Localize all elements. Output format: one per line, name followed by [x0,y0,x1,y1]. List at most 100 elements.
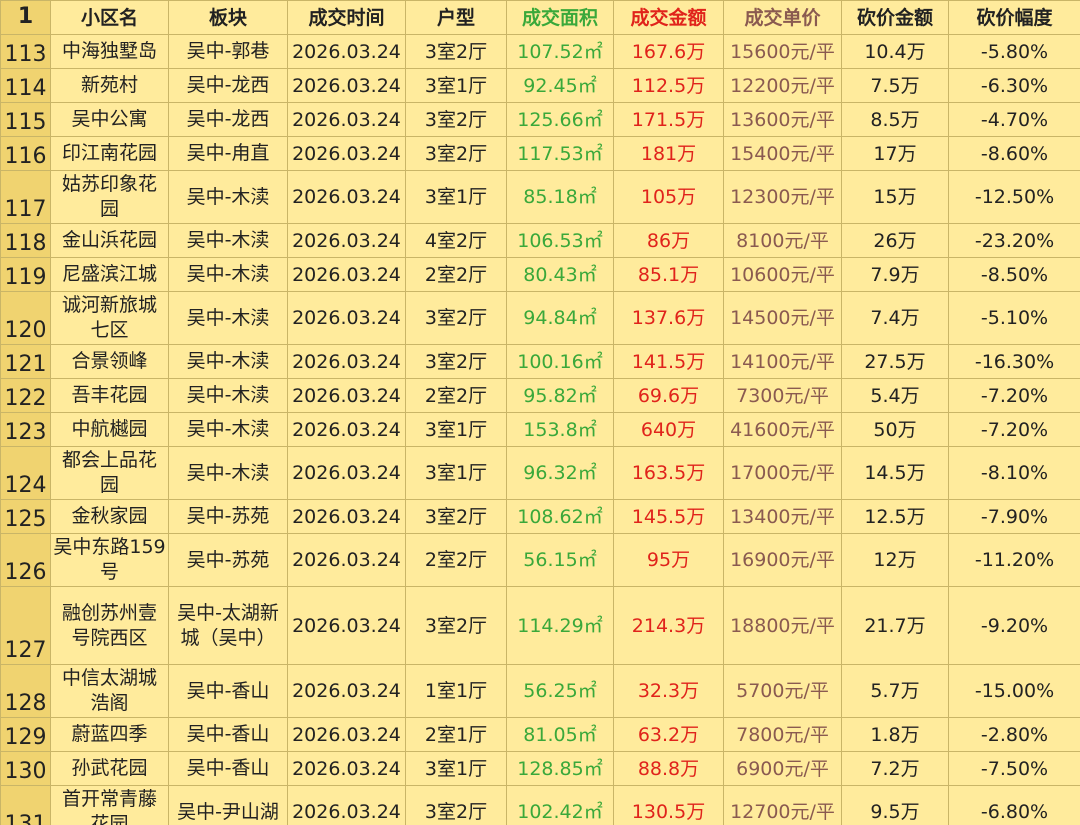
row-number[interactable]: 128 [0,664,51,718]
cell-cut-percent[interactable]: -11.20% [948,533,1080,587]
cell-cut-percent[interactable]: -5.80% [948,34,1080,69]
cell-block[interactable]: 吴中-木渎 [168,378,288,413]
cell-cut-amount[interactable]: 15万 [841,170,949,224]
cell-date[interactable]: 2026.03.24 [287,717,406,752]
cell-amount[interactable]: 95万 [613,533,724,587]
cell-amount[interactable]: 171.5万 [613,102,724,137]
cell-area[interactable]: 96.32㎡ [506,446,614,500]
cell-layout[interactable]: 2室1厅 [405,717,507,752]
cell-unit-price[interactable]: 12300元/平 [723,170,842,224]
cell-name[interactable]: 尼盛滨江城 [50,257,169,292]
cell-date[interactable]: 2026.03.24 [287,446,406,500]
cell-layout[interactable]: 2室2厅 [405,378,507,413]
cell-layout[interactable]: 3室2厅 [405,34,507,69]
cell-area[interactable]: 117.53㎡ [506,136,614,171]
cell-area[interactable]: 128.85㎡ [506,751,614,786]
header-block[interactable]: 板块 [168,0,288,35]
cell-block[interactable]: 吴中-木渎 [168,291,288,345]
cell-cut-amount[interactable]: 12.5万 [841,499,949,534]
row-number[interactable]: 123 [0,412,51,447]
cell-amount[interactable]: 181万 [613,136,724,171]
cell-name[interactable]: 吴中东路159号 [50,533,169,587]
cell-name[interactable]: 姑苏印象花园 [50,170,169,224]
cell-unit-price[interactable]: 15400元/平 [723,136,842,171]
cell-area[interactable]: 81.05㎡ [506,717,614,752]
cell-name[interactable]: 新苑村 [50,68,169,103]
cell-cut-percent[interactable]: -6.30% [948,68,1080,103]
cell-cut-amount[interactable]: 8.5万 [841,102,949,137]
cell-cut-percent[interactable]: -7.20% [948,378,1080,413]
cell-cut-percent[interactable]: -23.20% [948,223,1080,258]
cell-block[interactable]: 吴中-香山 [168,717,288,752]
cell-unit-price[interactable]: 13600元/平 [723,102,842,137]
cell-date[interactable]: 2026.03.24 [287,170,406,224]
cell-date[interactable]: 2026.03.24 [287,344,406,379]
cell-cut-percent[interactable]: -12.50% [948,170,1080,224]
cell-cut-amount[interactable]: 5.4万 [841,378,949,413]
cell-block[interactable]: 吴中-龙西 [168,102,288,137]
cell-amount[interactable]: 167.6万 [613,34,724,69]
header-area[interactable]: 成交面积 [506,0,614,35]
cell-unit-price[interactable]: 13400元/平 [723,499,842,534]
row-number[interactable]: 121 [0,344,51,379]
cell-date[interactable]: 2026.03.24 [287,412,406,447]
cell-date[interactable]: 2026.03.24 [287,785,406,825]
cell-amount[interactable]: 214.3万 [613,586,724,665]
header-amount[interactable]: 成交金额 [613,0,724,35]
row-number[interactable]: 125 [0,499,51,534]
cell-amount[interactable]: 141.5万 [613,344,724,379]
cell-amount[interactable]: 88.8万 [613,751,724,786]
cell-layout[interactable]: 2室2厅 [405,257,507,292]
cell-cut-percent[interactable]: -9.20% [948,586,1080,665]
cell-cut-percent[interactable]: -8.10% [948,446,1080,500]
cell-name[interactable]: 合景领峰 [50,344,169,379]
cell-unit-price[interactable]: 10600元/平 [723,257,842,292]
cell-name[interactable]: 蔚蓝四季 [50,717,169,752]
cell-amount[interactable]: 145.5万 [613,499,724,534]
cell-layout[interactable]: 3室2厅 [405,586,507,665]
cell-cut-amount[interactable]: 1.8万 [841,717,949,752]
cell-layout[interactable]: 3室2厅 [405,785,507,825]
cell-block[interactable]: 吴中-木渎 [168,344,288,379]
cell-date[interactable]: 2026.03.24 [287,34,406,69]
cell-cut-amount[interactable]: 50万 [841,412,949,447]
cell-block[interactable]: 吴中-甪直 [168,136,288,171]
cell-block[interactable]: 吴中-香山 [168,664,288,718]
cell-layout[interactable]: 3室2厅 [405,291,507,345]
cell-unit-price[interactable]: 12200元/平 [723,68,842,103]
row-number[interactable]: 124 [0,446,51,500]
cell-name[interactable]: 诚河新旅城七区 [50,291,169,345]
cell-layout[interactable]: 3室2厅 [405,499,507,534]
cell-area[interactable]: 107.52㎡ [506,34,614,69]
cell-cut-amount[interactable]: 14.5万 [841,446,949,500]
cell-cut-amount[interactable]: 7.2万 [841,751,949,786]
cell-area[interactable]: 108.62㎡ [506,499,614,534]
cell-cut-percent[interactable]: -15.00% [948,664,1080,718]
cell-date[interactable]: 2026.03.24 [287,136,406,171]
row-number[interactable]: 130 [0,751,51,786]
cell-layout[interactable]: 3室2厅 [405,136,507,171]
cell-date[interactable]: 2026.03.24 [287,68,406,103]
cell-date[interactable]: 2026.03.24 [287,586,406,665]
cell-date[interactable]: 2026.03.24 [287,533,406,587]
cell-amount[interactable]: 86万 [613,223,724,258]
cell-cut-amount[interactable]: 12万 [841,533,949,587]
cell-cut-amount[interactable]: 21.7万 [841,586,949,665]
cell-block[interactable]: 吴中-木渎 [168,170,288,224]
cell-unit-price[interactable]: 16900元/平 [723,533,842,587]
cell-date[interactable]: 2026.03.24 [287,223,406,258]
row-number[interactable]: 117 [0,170,51,224]
cell-name[interactable]: 孙武花园 [50,751,169,786]
cell-area[interactable]: 85.18㎡ [506,170,614,224]
cell-unit-price[interactable]: 14100元/平 [723,344,842,379]
cell-area[interactable]: 92.45㎡ [506,68,614,103]
header-name[interactable]: 小区名 [50,0,169,35]
cell-unit-price[interactable]: 15600元/平 [723,34,842,69]
cell-area[interactable]: 94.84㎡ [506,291,614,345]
cell-amount[interactable]: 112.5万 [613,68,724,103]
cell-unit-price[interactable]: 41600元/平 [723,412,842,447]
cell-cut-percent[interactable]: -7.50% [948,751,1080,786]
cell-name[interactable]: 金秋家园 [50,499,169,534]
cell-block[interactable]: 吴中-木渎 [168,257,288,292]
cell-date[interactable]: 2026.03.24 [287,751,406,786]
